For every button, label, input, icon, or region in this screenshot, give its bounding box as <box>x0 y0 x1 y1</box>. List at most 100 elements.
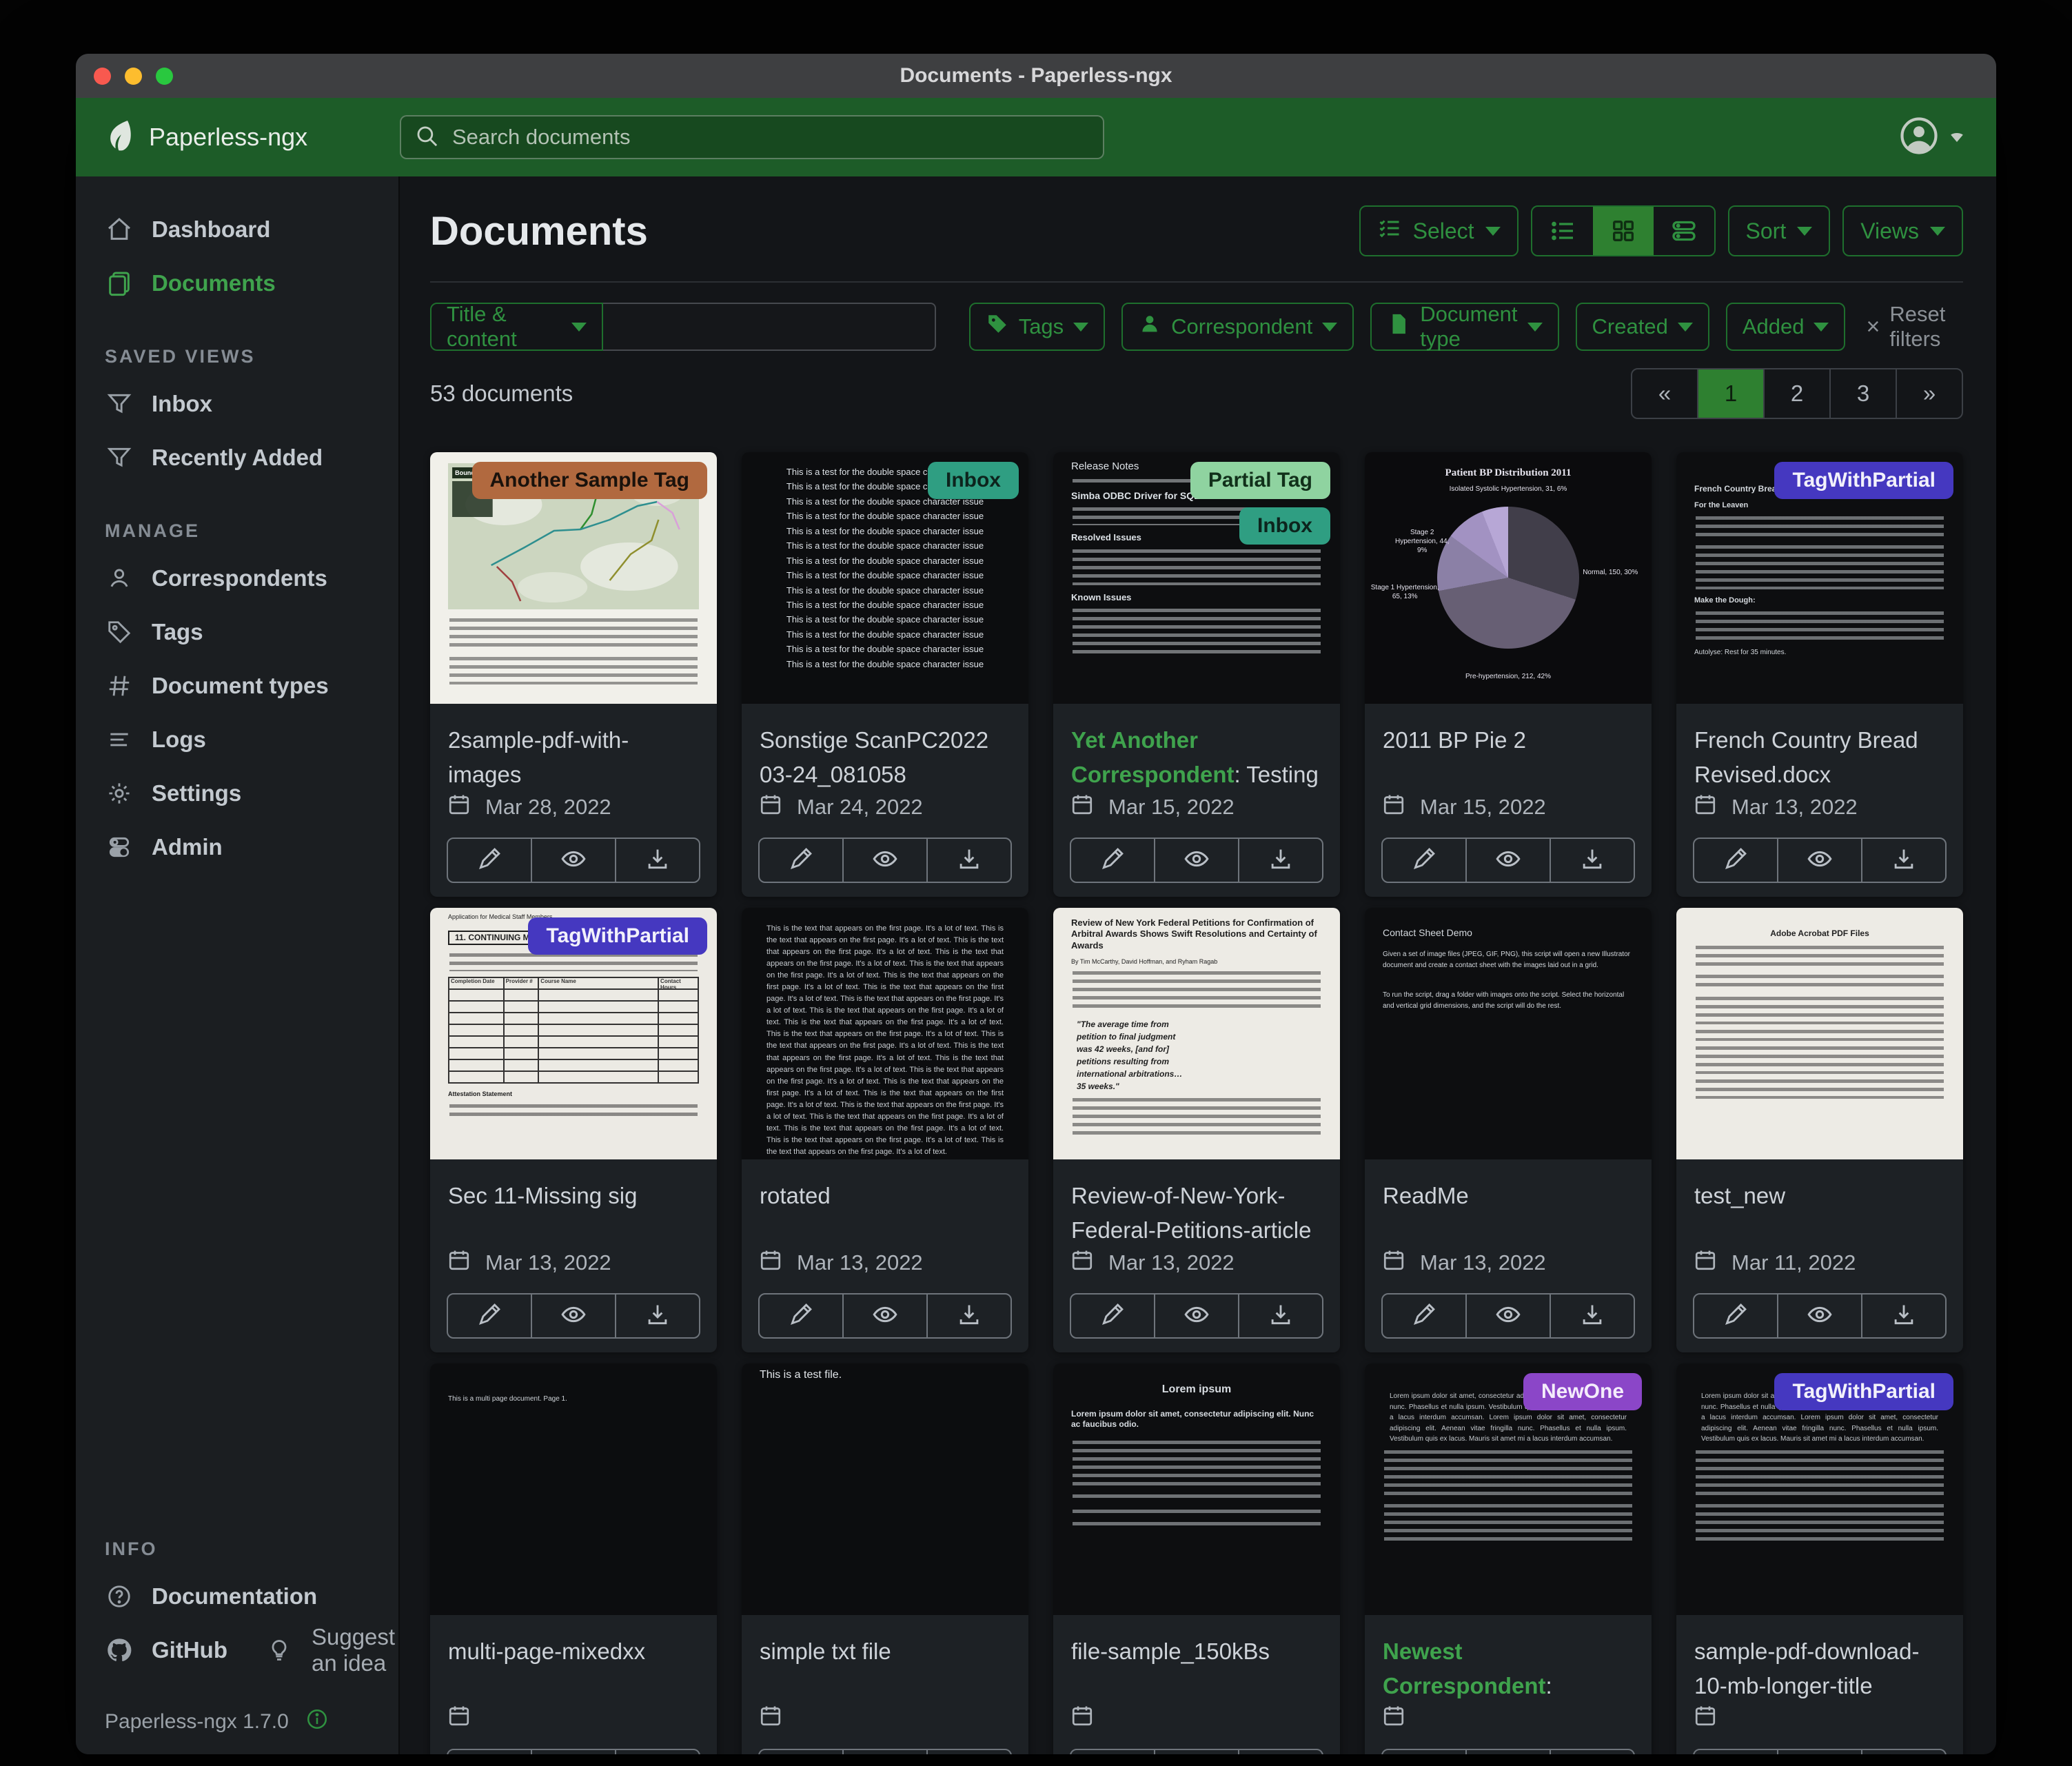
edit-button[interactable] <box>1071 839 1155 882</box>
document-card[interactable]: TagWithPartial French Country BreadFor t… <box>1676 452 1963 897</box>
added-filter-button[interactable]: Added <box>1726 303 1846 351</box>
tag-badge[interactable]: Partial Tag <box>1190 462 1330 499</box>
document-title[interactable]: 2011 BP Pie 2 <box>1365 704 1652 789</box>
document-thumbnail[interactable]: This is the text that appears on the fir… <box>742 908 1028 1159</box>
document-card[interactable]: Lorem ipsumLorem ipsum dolor sit amet, c… <box>1053 1363 1340 1754</box>
download-button[interactable] <box>616 839 699 882</box>
close-window-button[interactable] <box>94 68 111 85</box>
document-card[interactable]: Adobe Acrobat PDF Files test_new Mar 11,… <box>1676 908 1963 1352</box>
edit-button[interactable] <box>448 839 532 882</box>
select-button[interactable]: Select <box>1359 205 1519 256</box>
zoom-window-button[interactable] <box>156 68 173 85</box>
tag-badge[interactable]: Another Sample Tag <box>472 462 707 499</box>
correspondent-link[interactable]: Newest Correspondent <box>1383 1638 1546 1698</box>
edit-button[interactable] <box>1694 839 1778 882</box>
detail-view-button[interactable] <box>1654 207 1714 255</box>
download-button[interactable] <box>616 1750 699 1754</box>
tag-badge[interactable]: NewOne <box>1523 1373 1642 1410</box>
sidebar-item-correspondents[interactable]: Correspondents <box>105 551 385 605</box>
download-button[interactable] <box>928 839 1010 882</box>
sidebar-item-document-types[interactable]: Document types <box>105 659 385 713</box>
document-thumbnail[interactable]: Adobe Acrobat PDF Files <box>1676 908 1963 1159</box>
pagination-next-button[interactable]: » <box>1897 369 1962 418</box>
document-title[interactable]: French Country Bread Revised.docx <box>1676 704 1963 789</box>
document-title[interactable]: Sec 11-Missing sig <box>430 1159 717 1245</box>
document-card[interactable]: TagWithPartial Lorem ipsum dolor sit ame… <box>1676 1363 1963 1754</box>
edit-button[interactable] <box>1694 1750 1778 1754</box>
document-card[interactable]: This is a test file. simple txt file <box>742 1363 1028 1754</box>
document-title[interactable]: Newest Correspondent: f_combineds <box>1365 1615 1652 1701</box>
filter-text-input[interactable] <box>603 303 936 351</box>
download-button[interactable] <box>1862 839 1945 882</box>
sidebar-item-github[interactable]: GitHub <box>105 1623 227 1677</box>
document-title[interactable]: file-sample_150kBs <box>1053 1615 1340 1701</box>
document-title[interactable]: test_new <box>1676 1159 1963 1245</box>
document-thumbnail[interactable]: Review of New York Federal Petitions for… <box>1053 908 1340 1159</box>
tag-badge[interactable]: Inbox <box>1239 507 1330 545</box>
document-card[interactable]: TagWithPartial Application for Medical S… <box>430 908 717 1352</box>
document-thumbnail[interactable]: Another Sample Tag Boundary Waters Trip <box>430 452 717 704</box>
reset-filters-button[interactable]: × Reset filters <box>1866 302 1963 352</box>
view-button[interactable] <box>1778 1295 1862 1337</box>
download-button[interactable] <box>928 1750 1010 1754</box>
minimize-window-button[interactable] <box>125 68 142 85</box>
view-button[interactable] <box>1155 839 1239 882</box>
view-button[interactable] <box>532 1750 616 1754</box>
sidebar-item-tags[interactable]: Tags <box>105 605 385 659</box>
download-button[interactable] <box>616 1295 699 1337</box>
document-title[interactable]: Review-of-New-York-Federal-Petitions-art… <box>1053 1159 1340 1245</box>
tag-badge[interactable]: Inbox <box>928 462 1019 499</box>
list-view-button[interactable] <box>1532 207 1593 255</box>
document-thumbnail[interactable]: NewOne Lorem ipsum dolor sit amet, conse… <box>1365 1363 1652 1615</box>
info-circle-icon[interactable] <box>305 1707 329 1736</box>
document-thumbnail[interactable]: Partial TagInbox Release NotesSimba ODBC… <box>1053 452 1340 704</box>
document-thumbnail[interactable]: TagWithPartial Lorem ipsum dolor sit ame… <box>1676 1363 1963 1615</box>
created-filter-button[interactable]: Created <box>1576 303 1709 351</box>
grid-view-button[interactable] <box>1593 207 1654 255</box>
pagination-page-3[interactable]: 3 <box>1831 369 1897 418</box>
sidebar-item-dashboard[interactable]: Dashboard <box>105 203 385 256</box>
document-title[interactable]: simple txt file <box>742 1615 1028 1701</box>
pagination-page-2[interactable]: 2 <box>1765 369 1831 418</box>
download-button[interactable] <box>1239 1295 1322 1337</box>
document-thumbnail[interactable]: This is a test file. <box>742 1363 1028 1615</box>
document-title[interactable]: rotated <box>742 1159 1028 1245</box>
search-input[interactable] <box>451 124 1089 150</box>
view-button[interactable] <box>1155 1295 1239 1337</box>
correspondent-link[interactable]: Yet Another Correspondent <box>1071 727 1235 787</box>
tags-filter-button[interactable]: Tags <box>969 303 1105 351</box>
document-thumbnail[interactable]: TagWithPartial French Country BreadFor t… <box>1676 452 1963 704</box>
document-card[interactable]: NewOne Lorem ipsum dolor sit amet, conse… <box>1365 1363 1652 1754</box>
document-title[interactable]: multi-page-mixedxx <box>430 1615 717 1701</box>
edit-button[interactable] <box>1383 1750 1467 1754</box>
download-button[interactable] <box>1862 1750 1945 1754</box>
views-button[interactable]: Views <box>1842 205 1963 256</box>
pagination-prev-button[interactable]: « <box>1632 369 1698 418</box>
view-button[interactable] <box>1155 1750 1239 1754</box>
download-button[interactable] <box>1551 839 1634 882</box>
document-card[interactable]: Patient BP Distribution 2011Normal, 150,… <box>1365 452 1652 897</box>
sidebar-item-documentation[interactable]: Documentation <box>105 1570 385 1623</box>
tag-badge[interactable]: TagWithPartial <box>1774 462 1953 499</box>
edit-button[interactable] <box>1383 839 1467 882</box>
download-button[interactable] <box>1551 1295 1634 1337</box>
document-title[interactable]: sample-pdf-download-10-mb-longer-title <box>1676 1615 1963 1701</box>
document-card[interactable]: Another Sample Tag Boundary Waters Trip … <box>430 452 717 897</box>
correspondent-filter-button[interactable]: Correspondent <box>1121 303 1354 351</box>
sidebar-item-documents[interactable]: Documents <box>105 256 385 310</box>
document-title[interactable]: ReadMe <box>1365 1159 1652 1245</box>
document-thumbnail[interactable]: This is a multi page document. Page 1. <box>430 1363 717 1615</box>
document-thumbnail[interactable]: TagWithPartial Application for Medical S… <box>430 908 717 1159</box>
document-card[interactable]: This is a multi page document. Page 1. m… <box>430 1363 717 1754</box>
document-type-filter-button[interactable]: Document type <box>1370 303 1558 351</box>
sidebar-item-admin[interactable]: Admin <box>105 820 385 874</box>
title-content-dropdown[interactable]: Title & content <box>430 303 603 351</box>
edit-button[interactable] <box>760 839 844 882</box>
view-button[interactable] <box>1467 1750 1551 1754</box>
download-button[interactable] <box>1862 1295 1945 1337</box>
sidebar-item-logs[interactable]: Logs <box>105 713 385 767</box>
edit-button[interactable] <box>448 1295 532 1337</box>
download-button[interactable] <box>1239 1750 1322 1754</box>
document-card[interactable]: Contact Sheet DemoGiven a set of image f… <box>1365 908 1652 1352</box>
edit-button[interactable] <box>1694 1295 1778 1337</box>
